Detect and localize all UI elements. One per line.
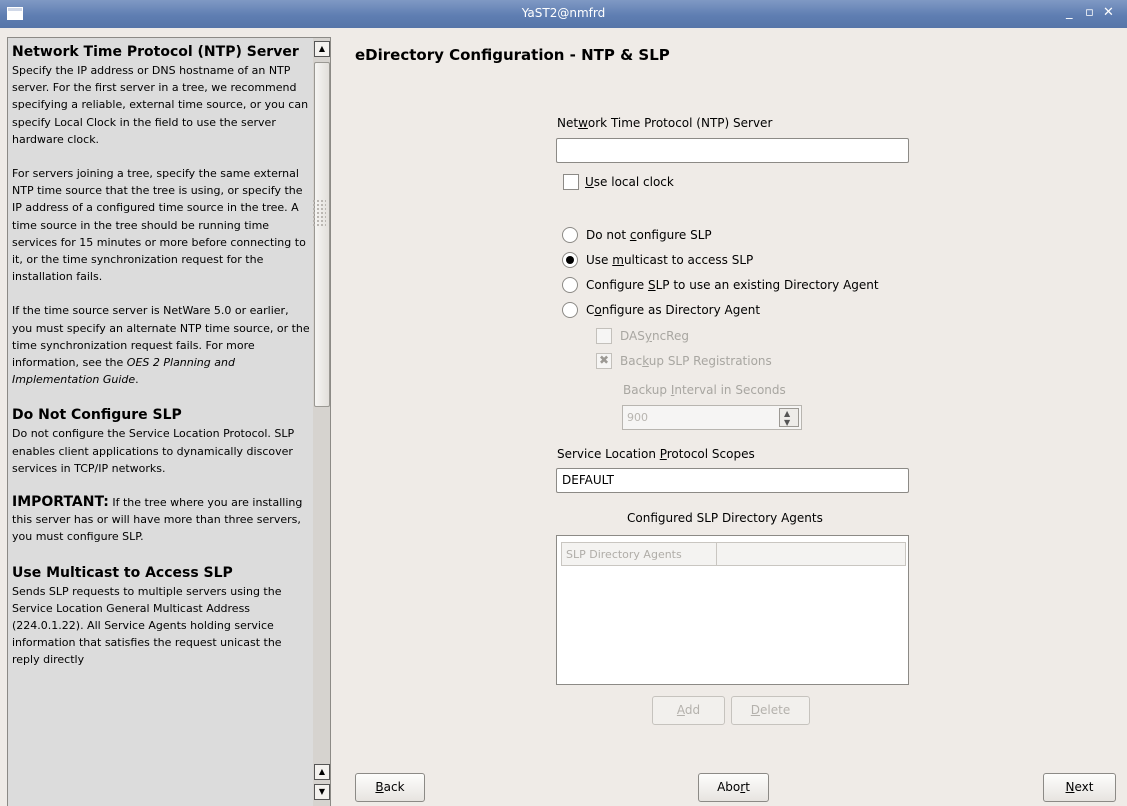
agents-column-header[interactable]: SLP Directory Agents: [562, 543, 717, 565]
local-clock-checkbox[interactable]: [563, 174, 579, 190]
close-icon[interactable]: ✕: [1103, 6, 1114, 20]
spinner-arrows[interactable]: ▲ ▼: [779, 408, 799, 427]
abort-button[interactable]: Abort: [698, 773, 769, 802]
help-paragraph: IMPORTANT: If the tree where you are ins…: [12, 494, 310, 546]
help-paragraph: Sends SLP requests to multiple servers u…: [12, 584, 282, 667]
dasyncreg-checkbox[interactable]: [596, 328, 612, 344]
ntp-server-input[interactable]: [556, 138, 909, 163]
back-button[interactable]: Back: [355, 773, 425, 802]
help-text: Network Time Protocol (NTP) Server Speci…: [12, 42, 310, 686]
radio-configure-da[interactable]: [562, 302, 578, 318]
add-button[interactable]: Add: [652, 696, 725, 725]
ntp-server-label: Network Time Protocol (NTP) Server: [557, 116, 773, 130]
scroll-thumb[interactable]: [314, 62, 330, 407]
help-paragraph: For servers joining a tree, specify the …: [12, 167, 306, 284]
radio-configure-da-label: Configure as Directory Agent: [586, 303, 761, 317]
radio-no-slp[interactable]: [562, 227, 578, 243]
maximize-icon[interactable]: ▫: [1085, 6, 1094, 20]
spin-down-icon[interactable]: ▼: [784, 418, 790, 427]
minimize-icon[interactable]: _: [1066, 6, 1073, 20]
help-heading-multicast: Use Multicast to Access SLP: [12, 564, 233, 581]
help-heading-no-slp: Do Not Configure SLP: [12, 407, 182, 424]
title-bar: YaST2@nmfrd _ ▫ ✕: [0, 0, 1127, 28]
spin-up-icon[interactable]: ▲: [784, 409, 790, 418]
window-title: YaST2@nmfrd: [521, 6, 606, 20]
slp-scopes-input[interactable]: DEFAULT: [556, 468, 909, 493]
scroll-up-icon[interactable]: ▲: [314, 41, 330, 57]
backup-interval-value: 900: [627, 411, 648, 424]
radio-multicast-slp-label: Use multicast to access SLP: [586, 253, 754, 267]
backup-interval-label: Backup Interval in Seconds: [623, 383, 786, 397]
radio-existing-da-label: Configure SLP to use an existing Directo…: [586, 278, 879, 292]
help-paragraph: Do not configure the Service Location Pr…: [12, 427, 295, 475]
important-label: IMPORTANT:: [12, 494, 109, 511]
configured-agents-label: Configured SLP Directory Agents: [627, 511, 823, 525]
radio-multicast-slp[interactable]: [562, 252, 578, 268]
help-paragraph: Specify the IP address or DNS hostname o…: [12, 64, 309, 146]
next-button[interactable]: Next: [1043, 773, 1116, 802]
local-clock-label: Use local clock: [585, 175, 674, 189]
radio-no-slp-label: Do not configure SLP: [586, 228, 712, 242]
delete-button[interactable]: Delete: [731, 696, 810, 725]
slp-scopes-label: Service Location Protocol Scopes: [557, 447, 755, 461]
page-title: eDirectory Configuration - NTP & SLP: [355, 46, 670, 64]
agents-table-header: SLP Directory Agents: [561, 542, 906, 566]
help-heading-ntp: Network Time Protocol (NTP) Server: [12, 44, 299, 60]
scroll-down-icon[interactable]: ▼: [314, 784, 330, 800]
scroll-up-icon[interactable]: ▲: [314, 764, 330, 780]
scroll-grip-icon: [312, 199, 326, 227]
backup-slp-checkbox[interactable]: [596, 353, 612, 369]
dasyncreg-label: DASyncReg: [620, 329, 689, 343]
directory-agents-list[interactable]: SLP Directory Agents: [556, 535, 909, 685]
radio-existing-da[interactable]: [562, 277, 578, 293]
help-panel[interactable]: Network Time Protocol (NTP) Server Speci…: [7, 37, 331, 806]
help-paragraph: If the time source server is NetWare 5.0…: [12, 304, 310, 387]
backup-slp-label: Backup SLP Registrations: [620, 354, 772, 368]
backup-interval-spinner[interactable]: 900 ▲ ▼: [622, 405, 802, 430]
